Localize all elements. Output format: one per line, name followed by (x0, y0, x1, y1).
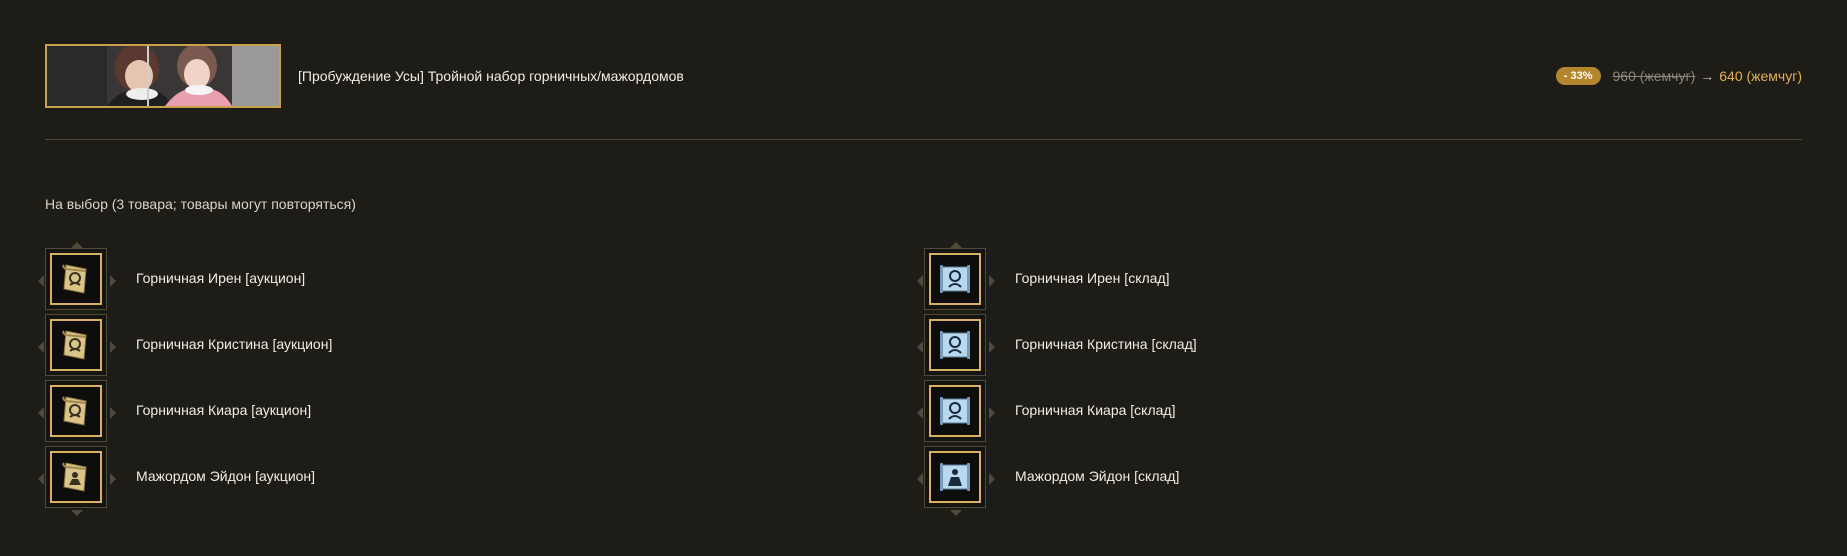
item-label: Горничная Киара [аукцион] (136, 402, 312, 418)
old-price: 960 (жемчуг) (1612, 68, 1696, 84)
list-item[interactable]: Горничная Ирен [аукцион] (38, 242, 445, 314)
item-label: Горничная Ирен [аукцион] (136, 270, 306, 286)
item-slot[interactable] (917, 446, 995, 516)
product-banner-image (45, 44, 281, 108)
choice-label: На выбор (3 товара; товары могут повторя… (45, 196, 356, 212)
maid-scroll-tan-icon (62, 330, 87, 360)
maid-scroll-blue-icon (940, 331, 970, 359)
maid-scroll-blue-icon (940, 265, 970, 293)
price-arrow: → (1700, 68, 1715, 84)
product-title: [Пробуждение Усы] Тройной набор горничны… (298, 68, 684, 84)
item-list-auction: Горничная Ирен [аукцион] Горничная Крист… (38, 242, 445, 516)
item-label: Мажордом Эйдон [склад] (1015, 468, 1180, 484)
item-label: Мажордом Эйдон [аукцион] (136, 468, 316, 484)
list-item[interactable]: Горничная Киара [аукцион] (38, 380, 445, 446)
item-slot[interactable] (917, 380, 995, 442)
item-slot[interactable] (38, 380, 116, 442)
item-label: Горничная Ирен [склад] (1015, 270, 1170, 286)
divider (45, 139, 1802, 140)
item-label: Горничная Кристина [аукцион] (136, 336, 333, 352)
item-label: Горничная Киара [склад] (1015, 402, 1176, 418)
item-slot[interactable] (917, 314, 995, 376)
list-item[interactable]: Горничная Кристина [аукцион] (38, 314, 445, 380)
item-list-warehouse: Горничная Ирен [склад] Горничная Кристин… (917, 242, 1324, 516)
maid-scroll-blue-icon (940, 397, 970, 425)
butler-scroll-blue-icon (940, 463, 970, 491)
product-header: [Пробуждение Усы] Тройной набор горничны… (45, 44, 1802, 108)
list-item[interactable]: Горничная Ирен [склад] (917, 242, 1324, 314)
maid-scroll-tan-icon (62, 264, 87, 294)
item-slot[interactable] (917, 242, 995, 310)
item-label: Горничная Кристина [склад] (1015, 336, 1197, 352)
discount-badge: - 33% (1555, 67, 1601, 85)
price-block: - 33% 960 (жемчуг) → 640 (жемчуг) (1555, 66, 1802, 86)
list-item[interactable]: Мажордом Эйдон [аукцион] (38, 446, 445, 516)
list-item[interactable]: Горничная Кристина [склад] (917, 314, 1324, 380)
item-slot[interactable] (38, 242, 116, 310)
new-price: 640 (жемчуг) (1719, 68, 1802, 84)
list-item[interactable]: Горничная Киара [склад] (917, 380, 1324, 446)
maid-scroll-tan-icon (62, 396, 87, 426)
item-slot[interactable] (38, 314, 116, 376)
butler-scroll-tan-icon (62, 462, 87, 492)
list-item[interactable]: Мажордом Эйдон [склад] (917, 446, 1324, 516)
item-slot[interactable] (38, 446, 116, 516)
